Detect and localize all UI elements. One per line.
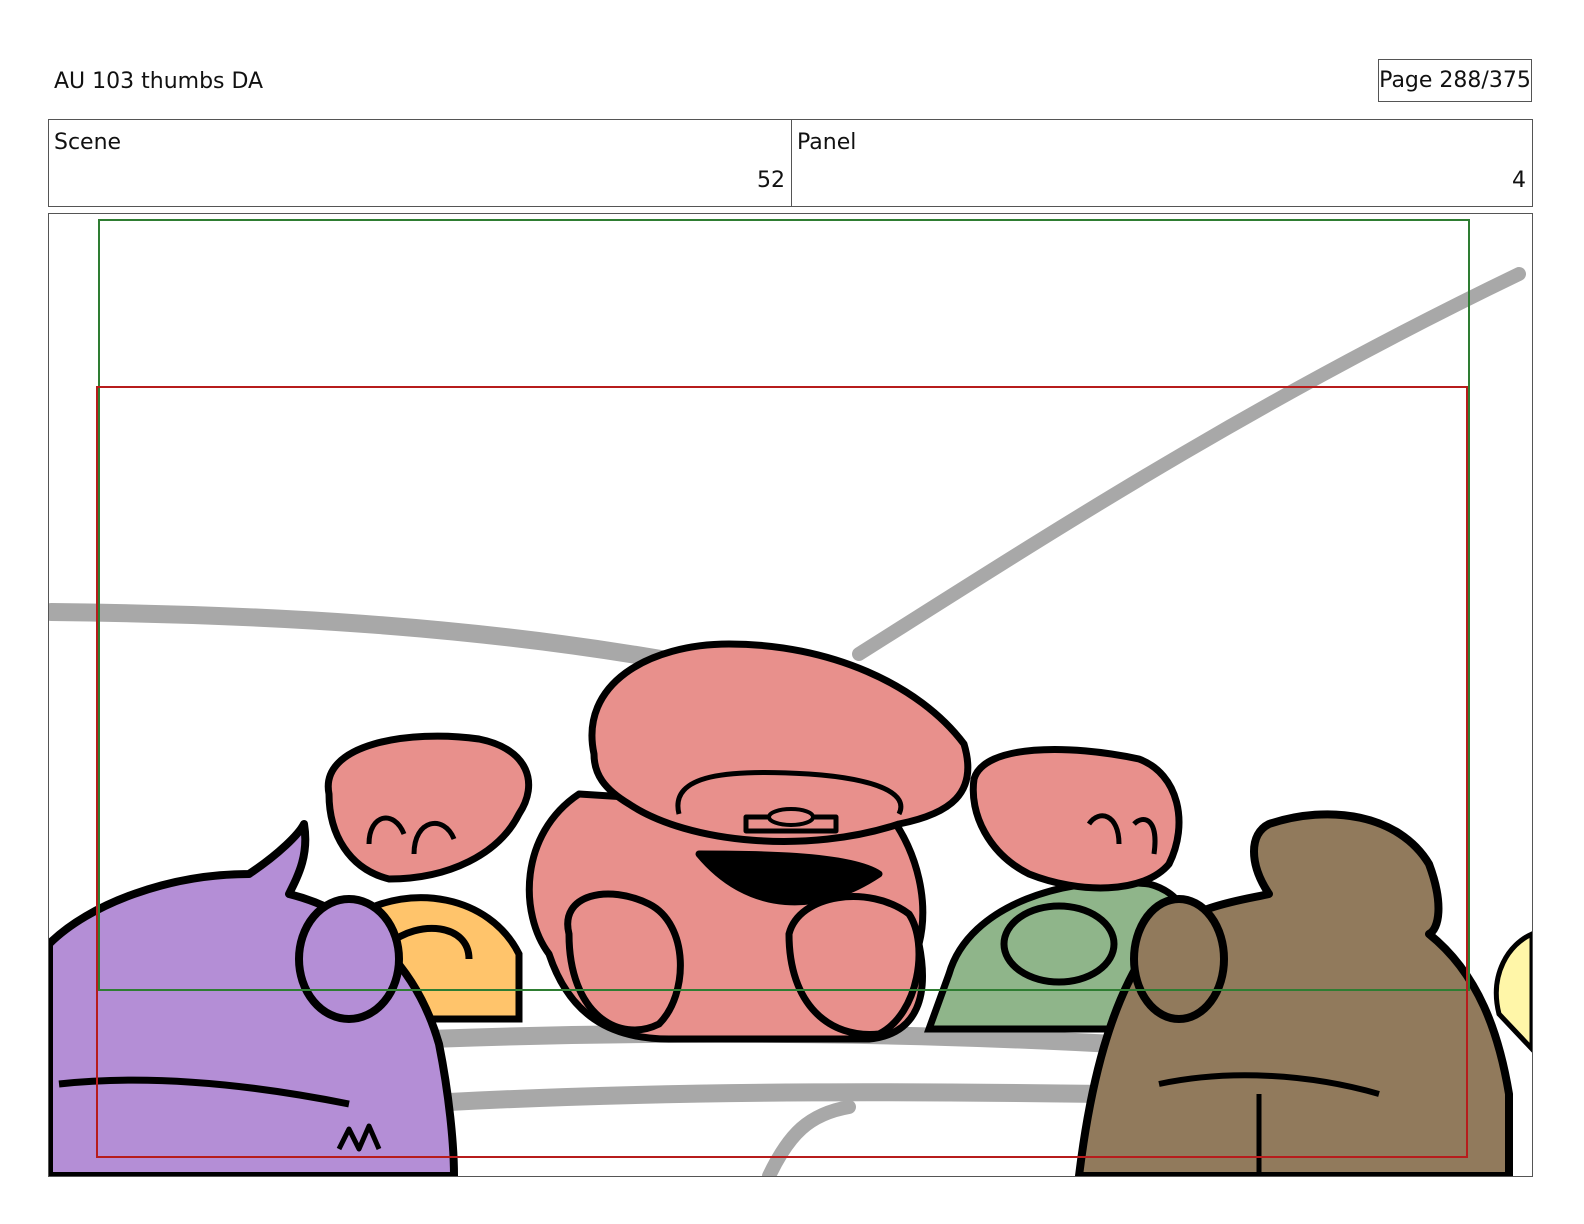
background-diagonal-line [852,267,1526,661]
background-floor-curve [762,1100,856,1176]
storyboard-drawing [49,219,1532,1176]
storyboard-panel [48,213,1533,1177]
background-table-lower [440,1083,1118,1111]
panel-value: 4 [1512,168,1526,193]
panel-label: Panel [797,130,857,155]
document-title: AU 103 thumbs DA [54,69,264,94]
scene-cell: Scene 52 [49,120,792,206]
page-number: Page 288/375 [1378,59,1532,102]
scene-label: Scene [54,130,122,155]
scene-panel-table: Scene 52 Panel 4 [48,119,1533,207]
scene-value: 52 [757,168,785,193]
yellow-edge-character [1493,931,1532,1053]
panel-cell: Panel 4 [792,120,1532,206]
background-wall-line [49,603,698,673]
